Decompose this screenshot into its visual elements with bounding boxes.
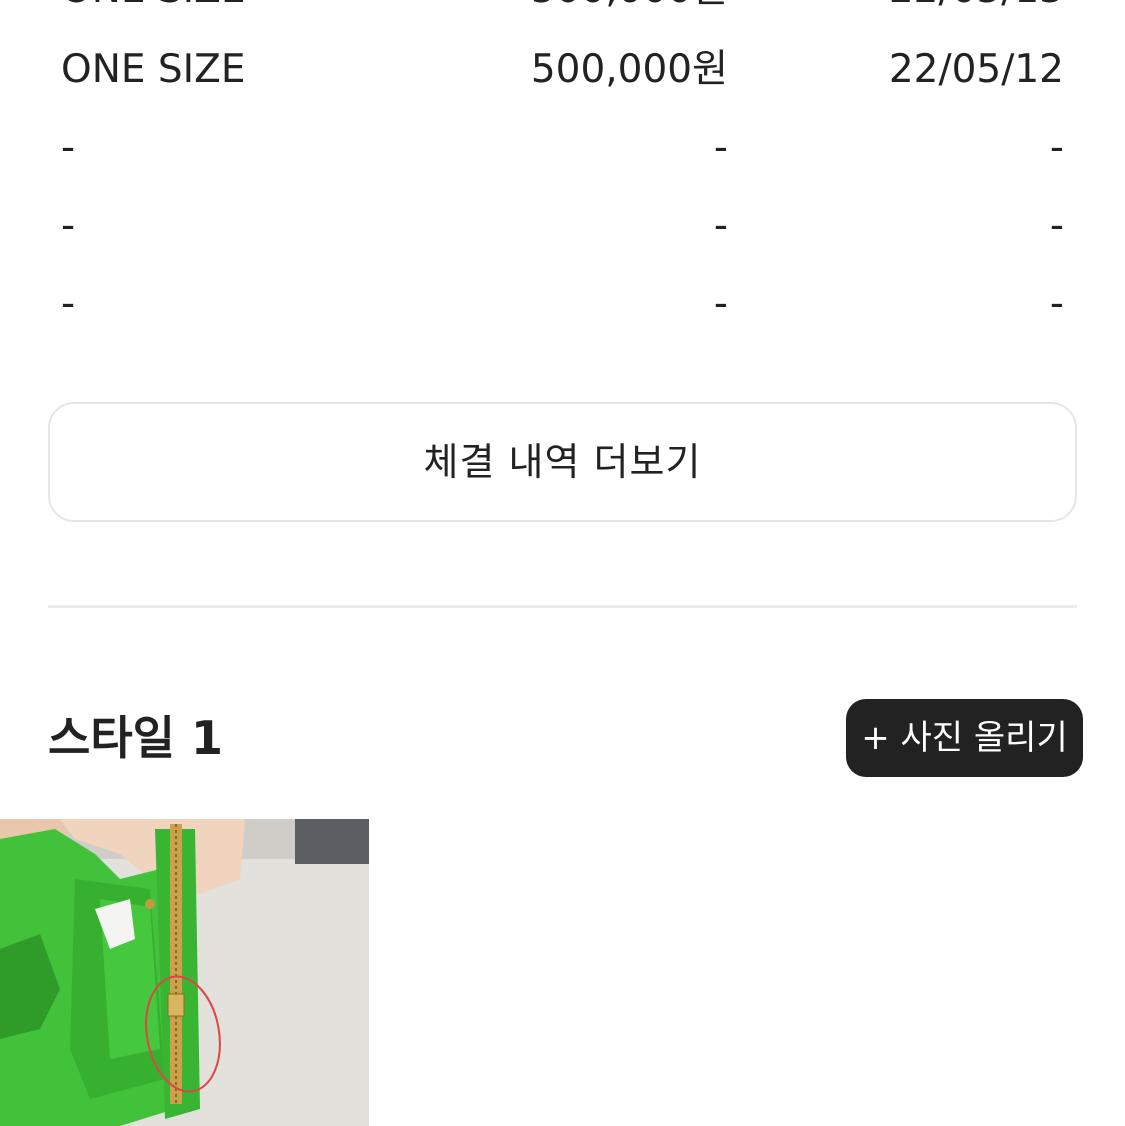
trade-price: - (713, 281, 728, 326)
style-section-title: 스타일 1 (48, 711, 223, 765)
trade-size: ONE SIZE (61, 0, 246, 20)
trade-size: - (61, 281, 76, 326)
style-photo-thumbnail[interactable] (0, 819, 369, 1126)
trade-row: ONE SIZE 500,000원 22/05/12 (0, 40, 1125, 100)
trade-date: - (1049, 203, 1064, 248)
trade-size: ONE SIZE (61, 47, 246, 92)
upload-photo-button[interactable]: + 사진 올리기 (846, 699, 1083, 777)
trade-price: - (713, 203, 728, 248)
trade-date: 22/05/13 (889, 0, 1064, 20)
section-divider (48, 605, 1077, 608)
trade-price: 500,000원 (530, 47, 728, 92)
more-trades-button[interactable]: 체결 내역 더보기 (48, 402, 1077, 522)
trade-date: - (1049, 125, 1064, 170)
trade-price: 500,000원 (531, 0, 728, 20)
trade-row: ONE SIZE 500,000원 22/05/13 (0, 0, 1125, 20)
trade-price: - (713, 125, 728, 170)
trade-row: - - - (0, 274, 1125, 334)
trade-date: 22/05/12 (888, 47, 1064, 92)
trade-size: - (61, 203, 76, 248)
trade-row: - - - (0, 118, 1125, 178)
trade-size: - (61, 125, 76, 170)
trade-row: - - - (0, 196, 1125, 256)
trade-date: - (1049, 281, 1064, 326)
wallet-photo-icon (0, 819, 369, 1126)
